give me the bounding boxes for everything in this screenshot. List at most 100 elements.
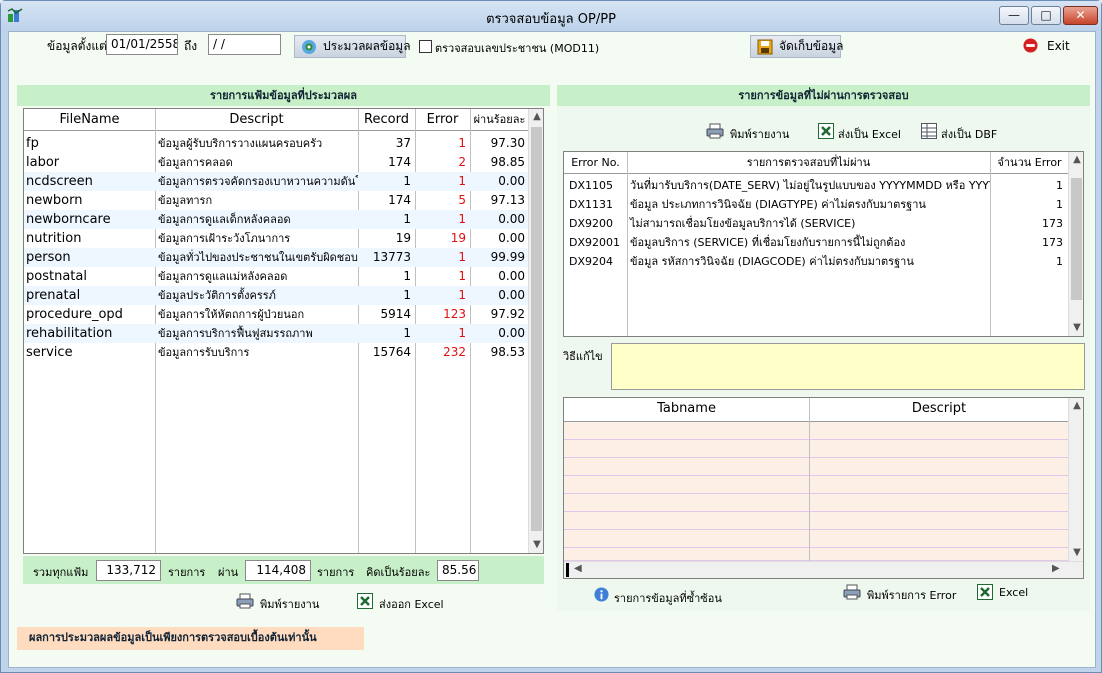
detail-row[interactable]	[564, 512, 1069, 530]
pass-label: ผ่าน	[218, 566, 239, 579]
detail-row[interactable]	[564, 548, 1069, 561]
col-record[interactable]: Record	[358, 109, 415, 131]
print-error-button[interactable]: พิมพ์รายการ Error	[841, 583, 963, 603]
table-row[interactable]: service ข้อมูลการรับบริการ 15764 232 98.…	[24, 343, 529, 362]
col-tabname[interactable]: Tabname	[564, 398, 809, 420]
row-error: 5	[458, 193, 466, 207]
table-row[interactable]: ncdscreen ข้อมูลการตรวจคัดกรองเบาหวานควา…	[24, 172, 529, 191]
col-pass-percent[interactable]: ผ่านร้อยละ	[470, 109, 529, 131]
exit-button[interactable]: Exit	[1021, 37, 1081, 55]
error-row[interactable]: DX9200 ไม่สามารถเชื่อมโยงข้อมูลบริการได้…	[564, 214, 1069, 233]
row-error: 1	[458, 288, 466, 302]
row-record: 5914	[380, 307, 411, 321]
exit-label: Exit	[1047, 39, 1070, 53]
error-count: 1	[1056, 179, 1063, 192]
detail-row[interactable]	[564, 530, 1069, 548]
right-print-report-button[interactable]: พิมพ์รายงาน	[704, 122, 804, 142]
detail-vscrollbar[interactable]: ▲ ▼	[1068, 398, 1083, 561]
process-data-button[interactable]: ประมวลผลข้อมูล	[294, 35, 411, 58]
table-row[interactable]: newborncare ข้อมูลการดูแลเด็กหลังคลอด 1 …	[24, 210, 529, 229]
row-record: 1	[403, 269, 411, 283]
scroll-up-icon[interactable]: ▲	[1069, 152, 1083, 168]
process-gear-icon	[302, 40, 316, 54]
col-error[interactable]: Error	[415, 109, 470, 131]
col-error-no[interactable]: Error No.	[564, 152, 627, 174]
detail-row[interactable]	[564, 494, 1069, 512]
error-code: DX9200	[569, 217, 613, 230]
col-check-item[interactable]: รายการตรวจสอบที่ไม่ผ่าน	[627, 152, 990, 174]
close-icon: ✕	[1075, 8, 1086, 22]
scroll-down-icon[interactable]: ▼	[1069, 320, 1083, 336]
right-export-excel-button[interactable]: ส่งเป็น Excel	[816, 122, 911, 142]
scroll-thumb[interactable]	[1071, 178, 1082, 300]
row-filename: fp	[26, 136, 39, 151]
left-excel-label: ส่งออก Excel	[379, 598, 444, 611]
row-descript: ข้อมูลการเฝ้าระวังโภนาการ	[158, 232, 291, 245]
col-error-count[interactable]: จำนวน Error	[990, 152, 1069, 174]
error-desc: ข้อมูล ประเภทการวินิจฉัย (DIAGTYPE) ค่าไ…	[630, 198, 926, 211]
scroll-up-icon[interactable]: ▲	[529, 109, 543, 125]
date-from-input[interactable]: 01/01/2558	[106, 34, 178, 55]
detail-row[interactable]	[564, 476, 1069, 494]
row-filename: labor	[26, 155, 60, 170]
col-detail-descript[interactable]: Descript	[809, 398, 1069, 420]
table-row[interactable]: rehabilitation ข้อมูลการบริการฟื้นฟูสมรร…	[24, 324, 529, 343]
row-error: 1	[458, 212, 466, 226]
maximize-button[interactable]: □	[1031, 6, 1061, 25]
left-grid-scrollbar[interactable]: ▲ ▼	[528, 109, 543, 553]
error-grid-scrollbar[interactable]: ▲ ▼	[1068, 152, 1083, 336]
left-export-excel-button[interactable]: ส่งออก Excel	[355, 592, 455, 612]
error-row[interactable]: DX1131 ข้อมูล ประเภทการวินิจฉัย (DIAGTYP…	[564, 195, 1069, 214]
table-row[interactable]: procedure_opd ข้อมูลการให้หัตถการผู้ป่วย…	[24, 305, 529, 324]
detail-row[interactable]	[564, 440, 1069, 458]
detail-grid[interactable]: Tabname Descript ▲ ▼ ◀ ▶	[563, 397, 1084, 579]
check-cid-label: ตรวจสอบเลขประชาชน (MOD11)	[435, 42, 600, 55]
detail-row[interactable]	[564, 422, 1069, 440]
scroll-left-icon[interactable]: ◀	[574, 563, 582, 574]
error-excel-label: Excel	[999, 586, 1029, 599]
scroll-thumb[interactable]	[531, 127, 542, 531]
excel-icon	[818, 123, 834, 139]
scroll-down-icon[interactable]: ▼	[1069, 545, 1083, 561]
minimize-button[interactable]: —	[999, 6, 1029, 25]
row-record: 1	[403, 288, 411, 302]
scroll-down-icon[interactable]: ▼	[529, 537, 543, 553]
scroll-right-icon[interactable]: ▶	[1052, 563, 1060, 574]
col-descript[interactable]: Descript	[155, 109, 358, 131]
table-row[interactable]: postnatal ข้อมูลการดูแลแม่หลังคลอด 1 1 0…	[24, 267, 529, 286]
error-row[interactable]: DX92001 ข้อมูลบริการ (SERVICE) ที่เชื่อม…	[564, 233, 1069, 252]
processed-files-grid[interactable]: FileName Descript Record Error ผ่านร้อยล…	[23, 108, 544, 554]
row-descript: ข้อมูลการบริการฟื้นฟูสมรรถภาพ	[158, 327, 313, 340]
fix-method-textbox[interactable]	[611, 343, 1085, 390]
row-filename: procedure_opd	[26, 307, 123, 322]
right-export-dbf-button[interactable]: ส่งเป็น DBF	[919, 122, 1014, 142]
col-filename[interactable]: FileName	[24, 109, 155, 131]
table-row[interactable]: nutrition ข้อมูลการเฝ้าระวังโภนาการ 19 1…	[24, 229, 529, 248]
row-error: 1	[458, 326, 466, 340]
detail-row[interactable]	[564, 458, 1069, 476]
error-row[interactable]: DX1105 วันที่มารับบริการ(DATE_SERV) ไม่อ…	[564, 176, 1069, 195]
hscroll-thumb[interactable]	[566, 563, 569, 577]
left-print-report-button[interactable]: พิมพ์รายงาน	[234, 592, 339, 612]
close-button[interactable]: ✕	[1063, 6, 1098, 25]
duplicate-records-button[interactable]: รายการข้อมูลที่ซ้ำซ้อน	[592, 585, 732, 605]
title-bar[interactable]: ตรวจสอบข้อมูล OP/PP — □ ✕	[1, 1, 1101, 31]
table-row[interactable]: person ข้อมูลทั่วไปของประชาชนในเขตรับผิด…	[24, 248, 529, 267]
right-dbf-label: ส่งเป็น DBF	[941, 128, 998, 141]
detail-hscrollbar[interactable]: ◀ ▶	[564, 561, 1083, 578]
save-data-button[interactable]: จัดเก็บข้อมูล	[750, 35, 843, 58]
scroll-up-icon[interactable]: ▲	[1069, 398, 1083, 414]
row-filename: postnatal	[26, 269, 87, 284]
row-pass: 0.00	[498, 326, 525, 340]
row-descript: ข้อมูลการดูแลเด็กหลังคลอด	[158, 213, 291, 226]
error-excel-button[interactable]: Excel	[975, 583, 1035, 603]
table-row[interactable]: newborn ข้อมูลทารก 174 5 97.13	[24, 191, 529, 210]
row-descript: ข้อมูลผู้รับบริการวางแผนครอบครัว	[158, 137, 323, 150]
error-list-grid[interactable]: Error No. รายการตรวจสอบที่ไม่ผ่าน จำนวน …	[563, 151, 1084, 337]
check-cid-checkbox[interactable]	[419, 40, 432, 53]
table-row[interactable]: fp ข้อมูลผู้รับบริการวางแผนครอบครัว 37 1…	[24, 134, 529, 153]
table-row[interactable]: prenatal ข้อมูลประวัติการตั้งครรภ์ 1 1 0…	[24, 286, 529, 305]
date-to-input[interactable]: / /	[208, 34, 281, 55]
table-row[interactable]: labor ข้อมูลการคลอด 174 2 98.85	[24, 153, 529, 172]
error-row[interactable]: DX9204 ข้อมูล รหัสการวินิจฉัย (DIAGCODE)…	[564, 252, 1069, 271]
